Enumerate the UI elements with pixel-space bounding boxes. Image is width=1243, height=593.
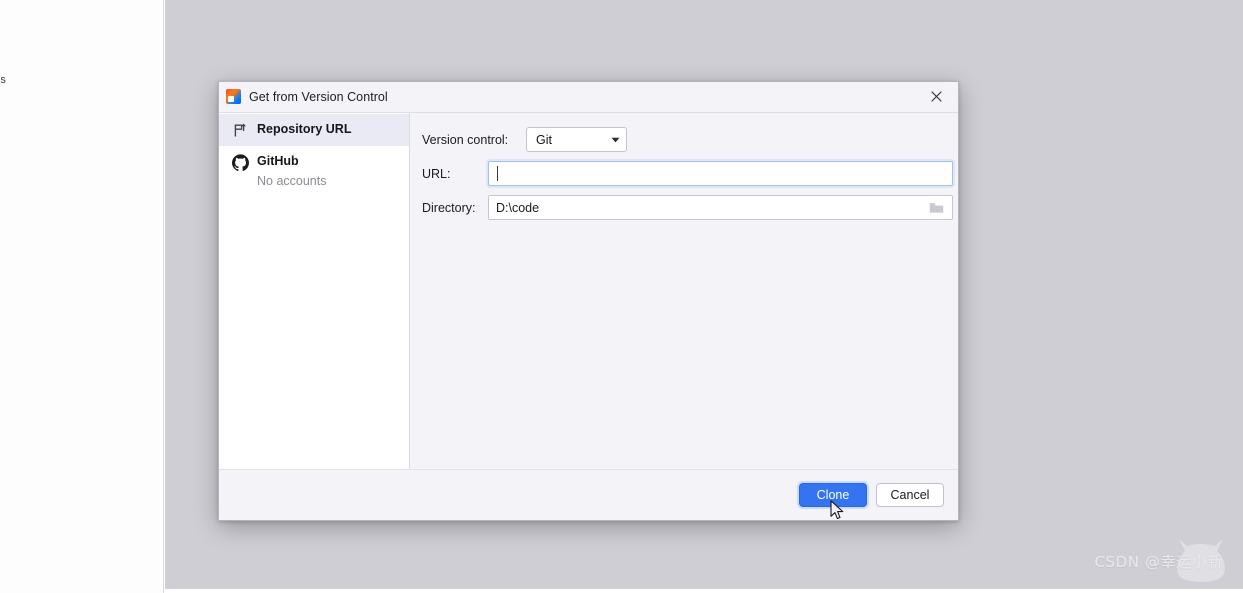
directory-value: D:\code xyxy=(496,200,540,215)
sidebar-item-repository-url[interactable]: Repository URL xyxy=(219,114,409,146)
folder-icon[interactable] xyxy=(928,200,945,215)
sidebar-item-label: Repository URL xyxy=(257,122,352,136)
url-input[interactable] xyxy=(488,161,953,186)
dialog-content: Version control: Git URL: Directory: D:\… xyxy=(410,113,958,469)
directory-row: Directory: D:\code xyxy=(422,195,953,220)
get-from-version-control-dialog: Get from Version Control Repository URL … xyxy=(218,81,959,521)
intellij-idea-icon xyxy=(226,89,241,104)
sidebar-item-github[interactable]: GitHub No accounts xyxy=(219,146,409,197)
github-icon xyxy=(231,153,249,171)
dialog-body: Repository URL GitHub No accounts Versio… xyxy=(219,112,958,469)
ide-left-panel: es xyxy=(0,0,164,593)
sidebar-item-sublabel: No accounts xyxy=(257,174,327,188)
dialog-title: Get from Version Control xyxy=(249,89,388,104)
version-control-value: Git xyxy=(536,132,552,147)
left-panel-clipped-label: es xyxy=(0,74,7,86)
clone-button[interactable]: Clone xyxy=(799,483,867,507)
dialog-sidebar: Repository URL GitHub No accounts xyxy=(219,113,410,469)
dialog-titlebar: Get from Version Control xyxy=(219,82,958,112)
version-control-row: Version control: Git xyxy=(422,127,953,152)
text-caret xyxy=(497,166,498,181)
directory-input[interactable]: D:\code xyxy=(488,195,953,220)
directory-label: Directory: xyxy=(422,200,476,215)
url-row: URL: xyxy=(422,161,953,186)
ide-bottom-strip xyxy=(165,589,1243,593)
sidebar-item-label: GitHub xyxy=(257,154,299,168)
close-icon[interactable] xyxy=(914,82,958,111)
version-control-select[interactable]: Git xyxy=(526,127,627,152)
watermark-text: CSDN @幸运小新 xyxy=(1094,552,1223,571)
cancel-button[interactable]: Cancel xyxy=(876,483,944,507)
dialog-footer: Clone Cancel xyxy=(219,469,958,520)
git-branch-icon xyxy=(231,121,249,139)
url-label: URL: xyxy=(422,166,451,181)
chevron-down-icon xyxy=(611,137,620,143)
watermark: CSDN @幸运小新 xyxy=(1065,537,1235,585)
version-control-label: Version control: xyxy=(422,132,509,147)
